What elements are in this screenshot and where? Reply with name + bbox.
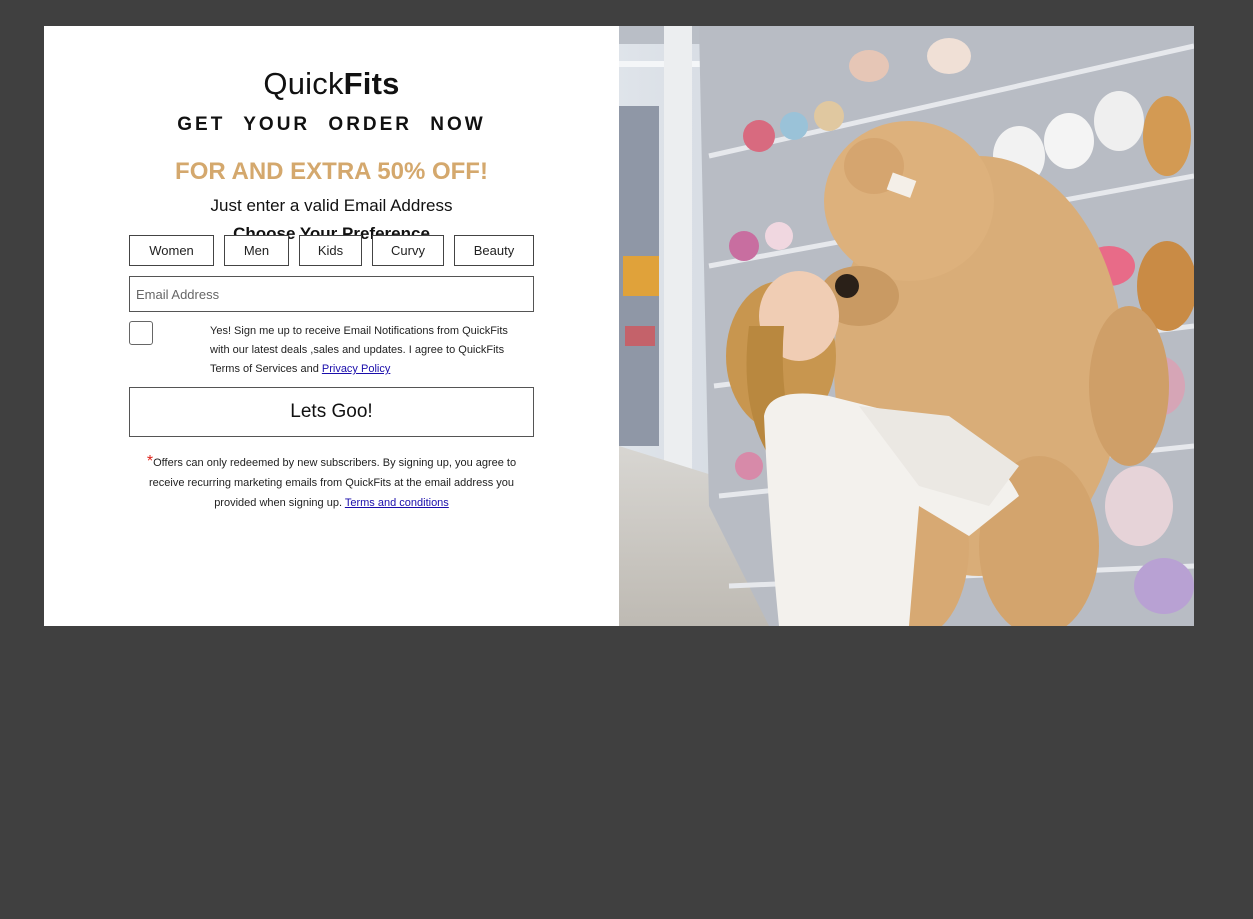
terms-link[interactable]: Terms and conditions (345, 497, 449, 509)
brand-logo-quick: Quick (263, 66, 344, 101)
teddy-bear-photo (619, 26, 1194, 626)
preference-kids-button[interactable]: Kids (299, 235, 362, 266)
consent-checkbox[interactable] (129, 321, 153, 345)
signup-form-panel: QuickFits GET YOUR ORDER NOW FOR AND EXT… (44, 26, 619, 626)
preference-curvy-button[interactable]: Curvy (372, 235, 444, 266)
disclaimer: *Offers can only redeemed by new subscri… (134, 452, 529, 513)
subtitle: Just enter a valid Email Address (210, 196, 453, 215)
disclaimer-text: Offers can only redeemed by new subscrib… (149, 457, 517, 509)
offer-text: FOR AND EXTRA 50% OFF! (175, 158, 488, 185)
preference-beauty-button[interactable]: Beauty (454, 235, 534, 266)
consent-text: Yes! Sign me up to receive Email Notific… (210, 322, 530, 379)
headline: GET YOUR ORDER NOW (177, 114, 486, 135)
signup-modal: QuickFits GET YOUR ORDER NOW FOR AND EXT… (44, 26, 1194, 626)
brand-logo: QuickFits (44, 66, 619, 102)
privacy-policy-link[interactable]: Privacy Policy (322, 363, 390, 375)
brand-logo-fits: Fits (343, 66, 400, 101)
preference-men-button[interactable]: Men (224, 235, 289, 266)
preference-women-button[interactable]: Women (129, 235, 214, 266)
email-field[interactable] (129, 276, 534, 312)
hero-image (619, 26, 1194, 626)
submit-button[interactable]: Lets Goo! (129, 387, 534, 437)
